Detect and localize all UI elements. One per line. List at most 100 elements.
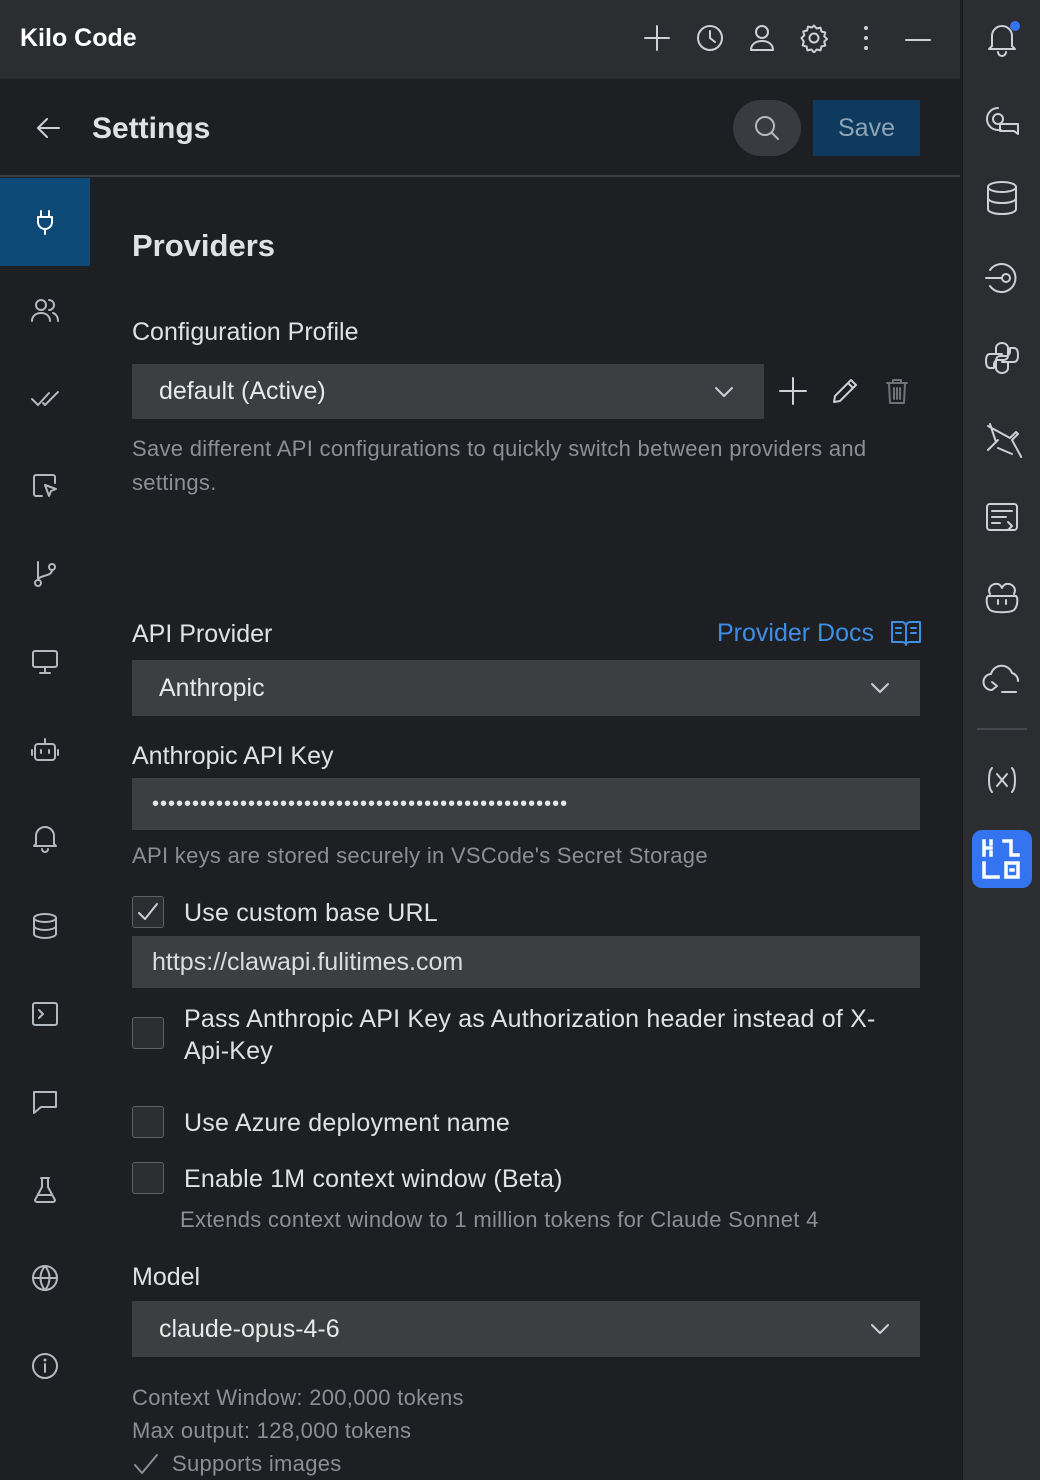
copilot-button[interactable] — [972, 568, 1032, 628]
app-title: Kilo Code — [20, 24, 137, 52]
variables-button[interactable] — [972, 750, 1032, 810]
nav-browser[interactable] — [0, 442, 90, 530]
minimize-icon — [905, 39, 931, 41]
nav-providers[interactable] — [0, 178, 90, 266]
model-label: Model — [132, 1263, 201, 1291]
notifications-button[interactable] — [972, 8, 1032, 68]
cloud-terminal-button[interactable] — [972, 650, 1032, 710]
toolbar-divider — [977, 728, 1027, 730]
chevron-down-icon — [715, 386, 733, 397]
plane-icon — [987, 423, 1022, 458]
new-task-button[interactable] — [639, 20, 675, 56]
history-icon — [697, 25, 723, 51]
delete-profile-button[interactable] — [876, 370, 918, 412]
rename-profile-button[interactable] — [824, 370, 866, 412]
config-profile-help: Save different API configurations to qui… — [132, 436, 867, 495]
plug-icon — [37, 210, 53, 235]
kilo-logo-icon — [982, 839, 1020, 879]
python-button[interactable] — [972, 328, 1032, 388]
search-icon — [755, 116, 779, 140]
deploy-button[interactable] — [972, 408, 1032, 468]
check-icon — [134, 1454, 158, 1474]
pointer-icon — [33, 474, 57, 497]
code-review-icon — [986, 503, 1018, 531]
api-key-help: API keys are stored securely in VSCode's… — [132, 843, 708, 868]
database-icon — [33, 913, 57, 939]
settings-panel: Settings Save Providers Configuration Pr… — [0, 80, 960, 1480]
config-profile-value: default (Active) — [159, 377, 326, 405]
double-check-icon — [31, 391, 59, 406]
config-profile-select[interactable]: default (Active) — [132, 364, 764, 419]
model-select[interactable]: claude-opus-4-6 — [132, 1301, 920, 1357]
page-title: Settings — [92, 112, 211, 145]
ai-chat-button[interactable] — [972, 90, 1032, 150]
api-key-input[interactable]: ••••••••••••••••••••••••••••••••••••••••… — [132, 778, 920, 830]
kilo-code-button[interactable] — [972, 830, 1032, 888]
nav-autocomplete[interactable] — [0, 706, 90, 794]
variables-icon — [988, 767, 1016, 793]
add-profile-button[interactable] — [772, 370, 814, 412]
history-button[interactable] — [692, 20, 728, 56]
nav-terminal[interactable] — [0, 970, 90, 1058]
nav-about[interactable] — [0, 1322, 90, 1410]
bell-icon — [33, 826, 57, 853]
copilot-icon — [985, 582, 1019, 614]
context-1m-label: Enable 1M context window (Beta) — [184, 1165, 563, 1193]
cloud-terminal-icon — [982, 664, 1019, 693]
plus-icon — [644, 25, 670, 51]
nav-agents[interactable] — [0, 266, 90, 354]
nav-notifications[interactable] — [0, 794, 90, 882]
provider-docs-label: Provider Docs — [717, 618, 874, 647]
base-url-input[interactable]: https://clawapi.fulitimes.com — [132, 936, 920, 988]
azure-label: Use Azure deployment name — [184, 1109, 511, 1137]
more-button[interactable] — [848, 20, 884, 56]
azure-checkbox[interactable] — [132, 1106, 164, 1138]
auth-header-checkbox[interactable] — [132, 1017, 164, 1049]
context-1m-help: Extends context window to 1 million toke… — [180, 1207, 819, 1232]
book-icon — [891, 621, 921, 646]
endpoints-button[interactable] — [972, 248, 1032, 308]
check-icon — [138, 903, 158, 920]
python-icon — [985, 342, 1019, 374]
section-title: Providers — [132, 228, 276, 263]
settings-button[interactable] — [796, 20, 832, 56]
database-icon — [987, 181, 1017, 215]
nav-display[interactable] — [0, 618, 90, 706]
context-1m-checkbox[interactable] — [132, 1162, 164, 1194]
nav-language[interactable] — [0, 1234, 90, 1322]
nav-prompts[interactable] — [0, 1058, 90, 1146]
custom-base-url-checkbox[interactable] — [132, 896, 164, 928]
chat-icon — [33, 1091, 57, 1114]
minimize-button[interactable] — [900, 20, 936, 56]
provider-docs-link[interactable]: Provider Docs — [717, 618, 922, 648]
terminal-icon — [32, 1002, 58, 1026]
code-review-button[interactable] — [972, 488, 1032, 548]
flask-icon — [34, 1177, 56, 1203]
info-icon — [32, 1353, 58, 1379]
chevron-down-icon — [871, 1324, 889, 1334]
arrow-left-icon — [37, 118, 60, 138]
nav-auto-approve[interactable] — [0, 354, 90, 442]
api-provider-value: Anthropic — [159, 673, 265, 702]
nav-experimental[interactable] — [0, 1146, 90, 1234]
endpoints-icon — [985, 263, 1017, 293]
trash-icon — [886, 379, 908, 404]
database-button[interactable] — [972, 168, 1032, 228]
user-icon — [750, 25, 774, 51]
settings-header: Settings Save — [0, 80, 960, 177]
supports-images-label: Supports images — [172, 1451, 342, 1476]
notification-bell-icon — [988, 21, 1020, 57]
bot-icon — [31, 738, 59, 761]
api-provider-select[interactable]: Anthropic — [132, 660, 920, 716]
config-profile-label: Configuration Profile — [132, 318, 359, 346]
nav-checkpoints[interactable] — [0, 530, 90, 618]
api-key-label: Anthropic API Key — [132, 742, 334, 770]
search-button[interactable] — [733, 100, 801, 156]
save-button[interactable]: Save — [813, 100, 920, 156]
account-button[interactable] — [744, 20, 780, 56]
api-provider-label: API Provider — [132, 620, 273, 648]
back-button[interactable] — [28, 108, 68, 148]
nav-context[interactable] — [0, 882, 90, 970]
ai-chat-icon — [986, 107, 1019, 135]
model-supports-images: Supports images — [132, 1447, 342, 1480]
